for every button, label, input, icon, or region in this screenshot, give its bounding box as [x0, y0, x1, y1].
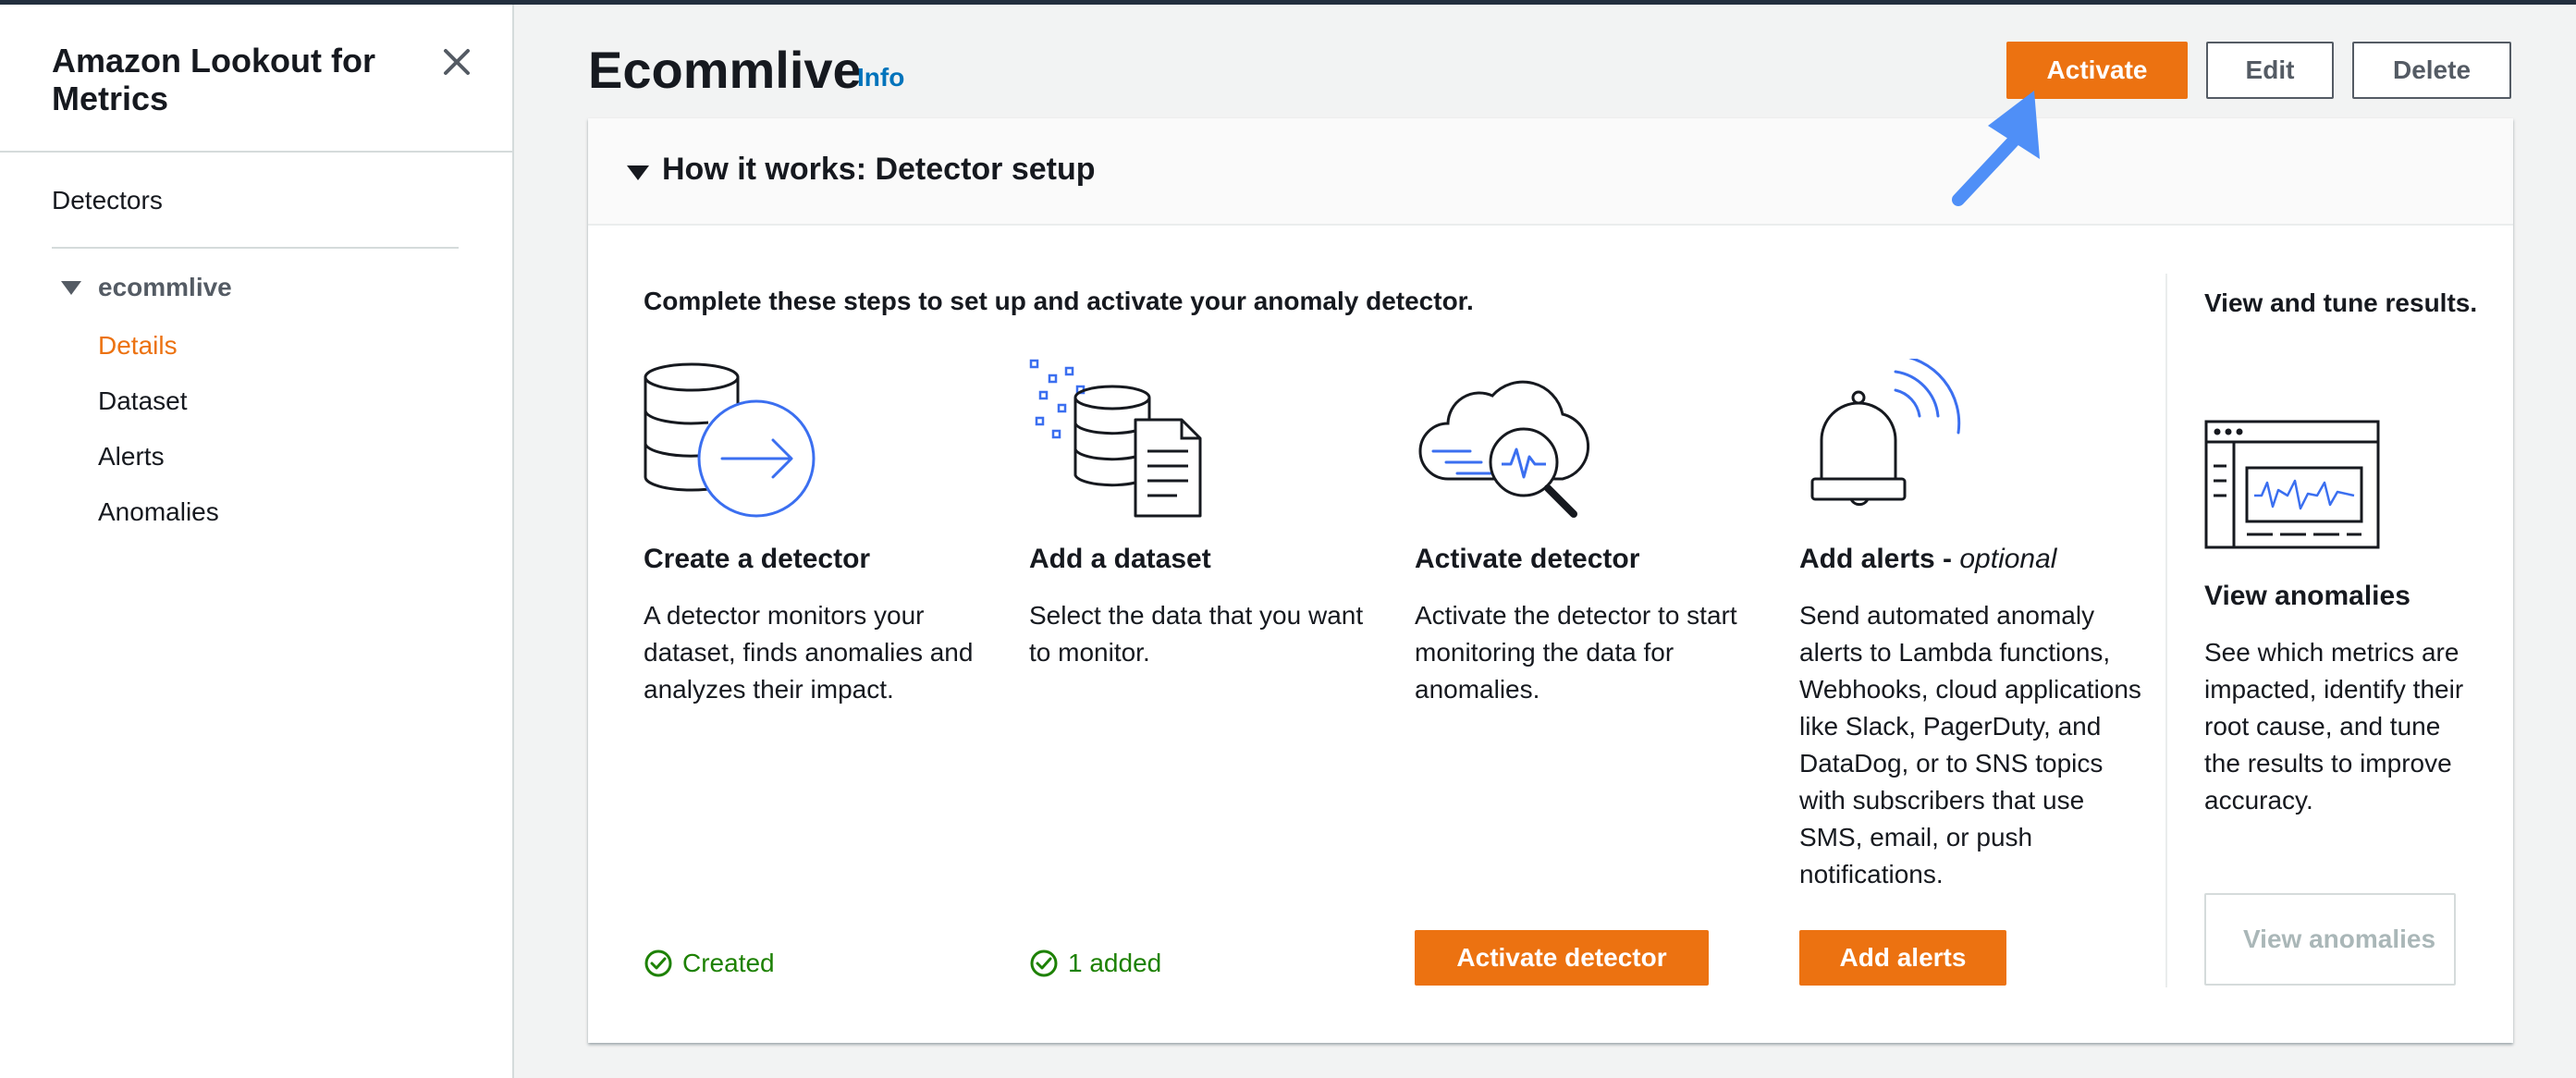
edit-button[interactable]: Edit — [2206, 42, 2334, 99]
step-title: Activate detector — [1415, 544, 1640, 574]
divider — [0, 151, 514, 153]
close-icon[interactable] — [438, 43, 475, 80]
nav-link-detectors[interactable]: Detectors — [52, 186, 163, 215]
side-subtitle: View anomalies — [2204, 581, 2410, 611]
activate-detector-button[interactable]: Activate detector — [1415, 930, 1709, 986]
step-title-optional: optional — [1959, 544, 2057, 574]
divider — [52, 247, 459, 249]
annotation-arrow-icon — [1952, 91, 2040, 206]
panel-intro: Complete these steps to set up and activ… — [644, 287, 1474, 315]
status-text: 1 added — [1068, 949, 1162, 977]
step-title: Create a detector — [644, 544, 871, 574]
info-link[interactable]: Info — [857, 63, 904, 92]
status-created: Created — [644, 949, 775, 978]
view-anomalies-button[interactable]: View anomalies — [2204, 893, 2456, 986]
step-description: Select the data that you want to monitor… — [1029, 601, 1364, 667]
dataset-document-icon — [1029, 359, 1202, 518]
step-description: Activate the detector to start monitorin… — [1415, 601, 1737, 704]
status-text: Created — [682, 949, 775, 977]
step-description: A detector monitors your dataset, finds … — [644, 601, 974, 704]
how-it-works-panel: How it works: Detector setup Complete th… — [588, 118, 2513, 1043]
page-title: Ecommlive — [588, 41, 862, 99]
check-circle-icon — [644, 949, 672, 977]
delete-button[interactable]: Delete — [2352, 42, 2511, 99]
dashboard-window-icon — [2204, 420, 2380, 549]
nav-link-dataset[interactable]: Dataset — [98, 386, 188, 416]
bell-alert-icon — [1810, 359, 1961, 507]
step-title-text: Add alerts - — [1799, 544, 1960, 574]
divider — [2165, 274, 2167, 987]
step-description: Send automated anomaly alerts to Lambda … — [1799, 601, 2141, 888]
nav-link-anomalies[interactable]: Anomalies — [98, 497, 219, 527]
step-title: Add alerts - optional — [1799, 544, 2056, 575]
database-arrow-icon — [644, 362, 816, 518]
step-title: Add a dataset — [1029, 544, 1211, 574]
side-navigation: Amazon Lookout for Metrics Detectors eco… — [0, 5, 514, 1078]
panel-title: How it works: Detector setup — [662, 152, 1096, 187]
status-dataset-added: 1 added — [1029, 949, 1161, 978]
service-title[interactable]: Amazon Lookout for Metrics — [52, 42, 422, 117]
side-description: See which metrics are impacted, identify… — [2204, 638, 2464, 815]
add-alerts-button[interactable]: Add alerts — [1799, 930, 2006, 986]
caret-down-icon — [61, 280, 81, 295]
nav-group-ecommlive[interactable]: ecommlive — [61, 273, 232, 302]
nav-link-details[interactable]: Details — [98, 331, 178, 361]
side-title: View and tune results. — [2204, 288, 2478, 317]
caret-down-icon — [627, 165, 649, 180]
nav-link-alerts[interactable]: Alerts — [98, 442, 165, 472]
panel-header[interactable]: How it works: Detector setup — [588, 118, 2513, 226]
nav-group-label: ecommlive — [98, 273, 232, 301]
check-circle-icon — [1030, 949, 1058, 977]
cloud-magnifier-icon — [1418, 380, 1590, 518]
